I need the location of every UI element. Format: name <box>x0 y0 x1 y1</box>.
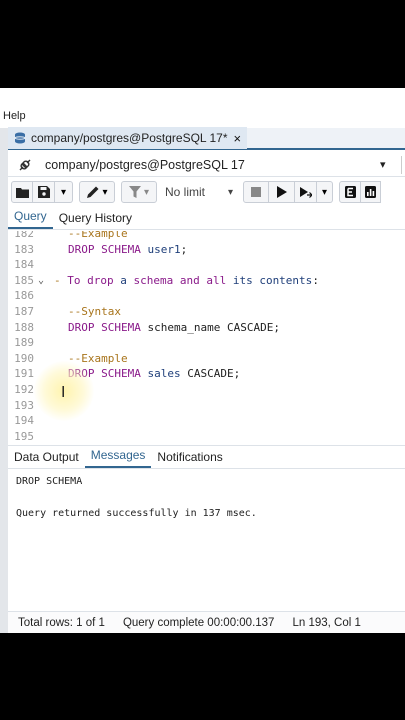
code-line: 185 ⌄ - To drop a schema and all its conte… <box>8 273 405 289</box>
code-text: DROP SCHEMA user1; <box>68 242 188 256</box>
tab-notifications[interactable]: Notifications <box>151 450 228 468</box>
line-number: 194 <box>14 414 34 428</box>
code-text: DROP SCHEMA sales CASCADE; <box>68 367 241 381</box>
line-number: 183 <box>14 242 34 256</box>
code-text: --Example <box>68 231 128 240</box>
menu-help[interactable]: Help <box>3 110 26 122</box>
explain-analyze-button[interactable] <box>361 181 381 203</box>
code-text: --Syntax <box>68 305 121 318</box>
messages-panel: DROP SCHEMA Query returned successfully … <box>8 470 405 610</box>
edit-button[interactable]: ▾ <box>79 181 115 203</box>
line-number: 193 <box>14 398 34 412</box>
chevron-down-icon[interactable]: ▾ <box>380 158 396 171</box>
line-number: 191 <box>14 367 34 381</box>
execute-chevron-icon[interactable]: ▾ <box>317 181 333 203</box>
cursor-position: Ln 193, Col 1 <box>292 616 361 629</box>
tab-query-history[interactable]: Query History <box>53 211 138 229</box>
message-line: DROP SCHEMA <box>16 476 83 487</box>
pgadmin-window: Help company/postgres@PostgreSQL 17* × c… <box>0 88 405 633</box>
line-number: 185 <box>14 273 34 287</box>
stop-button[interactable] <box>243 181 269 203</box>
query-tool-tab[interactable]: company/postgres@PostgreSQL 17* × <box>8 127 248 149</box>
line-number: 184 <box>14 258 34 272</box>
divider <box>401 155 402 174</box>
total-rows: Total rows: 1 of 1 <box>18 616 105 629</box>
line-number: 190 <box>14 351 34 365</box>
code-line: 184 <box>8 257 405 273</box>
code-line: 182 --Example <box>8 231 405 242</box>
connection-bar: company/postgres@PostgreSQL 17 ▾ <box>8 153 405 177</box>
execute-button[interactable] <box>269 181 295 203</box>
code-line: 188 DROP SCHEMA schema_name CASCADE; <box>8 320 405 336</box>
tab-data-output[interactable]: Data Output <box>8 450 85 468</box>
status-bar: Total rows: 1 of 1 Query complete 00:00:… <box>8 611 405 633</box>
code-line: 183 DROP SCHEMA user1; <box>8 242 405 258</box>
result-tabs: Data Output Messages Notifications <box>8 445 405 469</box>
code-text: DROP SCHEMA schema_name CASCADE; <box>68 320 280 334</box>
code-text: - To drop a schema and all its contents: <box>54 273 319 287</box>
row-limit-value: No limit <box>165 185 206 199</box>
query-tabs: Query Query History <box>8 208 405 230</box>
tab-query[interactable]: Query <box>8 209 53 229</box>
message-line: Query returned successfully in 137 msec. <box>16 508 257 519</box>
code-line: 186 <box>8 288 405 304</box>
filter-button[interactable]: ▾ <box>121 181 157 203</box>
row-limit-select[interactable]: No limit ▾ <box>157 181 239 203</box>
editor-tabbar: company/postgres@PostgreSQL 17* × <box>8 127 405 150</box>
chevron-down-icon: ▾ <box>227 186 233 198</box>
menubar: Help <box>0 106 405 126</box>
close-tab-icon[interactable]: × <box>234 131 242 146</box>
query-status: Query complete 00:00:00.137 <box>122 616 275 629</box>
code-line: 187 --Syntax <box>8 304 405 320</box>
text-cursor-icon: I <box>61 383 66 401</box>
line-number: 187 <box>14 305 34 318</box>
save-button[interactable] <box>33 181 55 203</box>
line-number: 192 <box>14 383 34 396</box>
fold-chevron-icon[interactable]: ⌄ <box>38 273 44 289</box>
connection-label[interactable]: company/postgres@PostgreSQL 17 <box>42 158 380 172</box>
line-number: 195 <box>14 429 34 443</box>
execute-options-icon[interactable] <box>295 181 317 203</box>
tab-messages[interactable]: Messages <box>84 448 152 468</box>
query-toolbar: ▾ ▾ ▾ No limit ▾ ▾ <box>8 180 405 204</box>
tab-title: company/postgres@PostgreSQL 17* <box>31 131 228 145</box>
sql-editor[interactable]: 195 194 193 192 191 DROP SCHEMA sales CASCADE… <box>8 231 405 443</box>
save-options-chevron-icon[interactable]: ▾ <box>55 181 73 203</box>
open-file-button[interactable] <box>11 181 33 203</box>
left-panel-edge <box>0 128 8 633</box>
code-line: 195 <box>8 429 405 443</box>
code-line: 189 <box>8 335 405 351</box>
line-number: 182 <box>14 231 34 240</box>
connection-status-icon[interactable] <box>8 157 42 173</box>
line-number: 186 <box>14 289 34 303</box>
line-number: 189 <box>14 336 34 350</box>
database-icon <box>14 132 26 144</box>
explain-button[interactable] <box>339 181 361 203</box>
line-number: 188 <box>14 320 34 334</box>
